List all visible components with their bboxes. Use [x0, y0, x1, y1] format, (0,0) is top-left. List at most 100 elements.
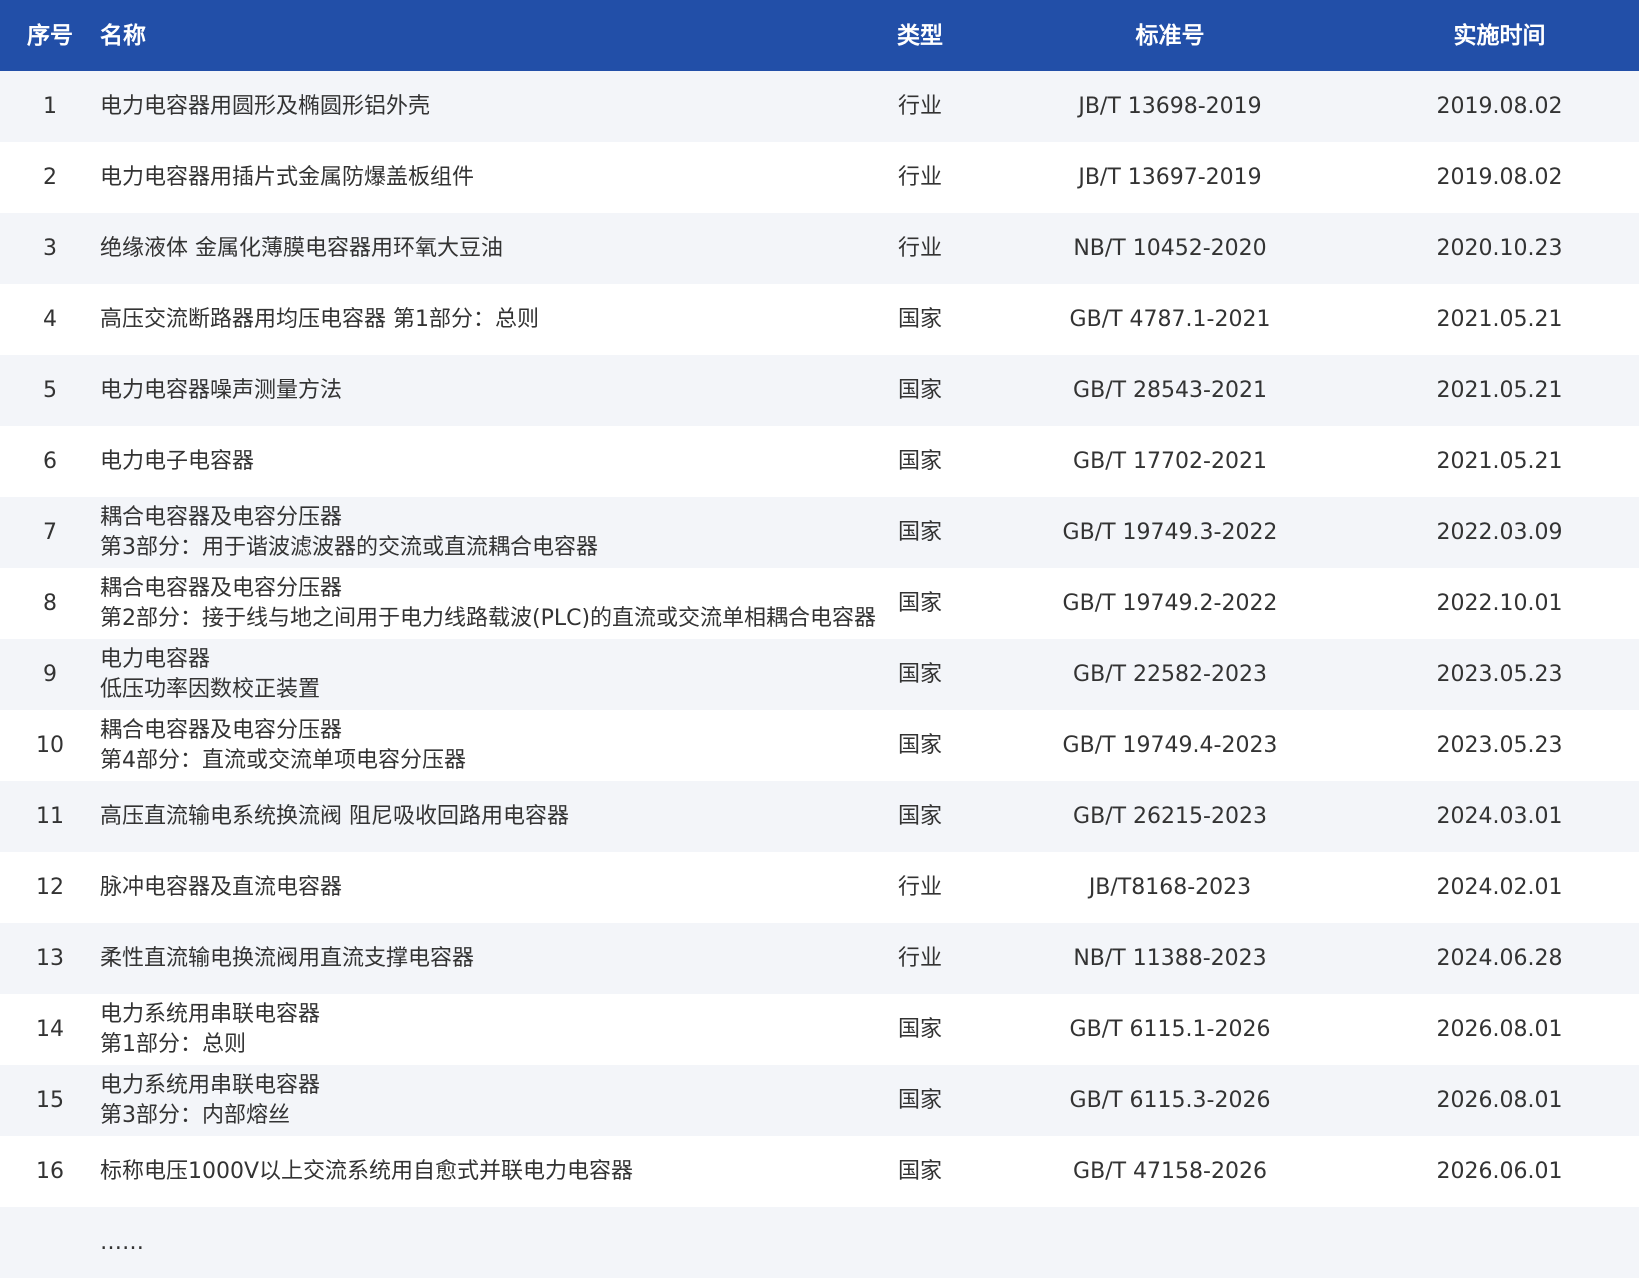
row-date: 2024.06.28: [1436, 945, 1563, 971]
row-type: 国家: [897, 377, 942, 403]
row-name: 脉冲电容器及直流电容器: [100, 873, 860, 903]
row-no: 7: [43, 519, 57, 545]
row-name-line: 耦合电容器及电容分压器: [100, 504, 343, 530]
row-standard: GB/T 47158-2026: [1073, 1158, 1267, 1184]
table-row: 12 脉冲电容器及直流电容器 行业 JB/T8168-2023 2024.02.01: [0, 852, 1639, 923]
row-name-line: 电力系统用串联电容器: [100, 1072, 321, 1098]
row-standard: GB/T 22582-2023: [1073, 661, 1267, 687]
row-name-line: 第2部分：接于线与地之间用于电力线路载波(PLC)的直流或交流单相耦合电容器: [100, 605, 877, 631]
table-body: 1 电力电容器用圆形及椭圆形铝外壳 行业 JB/T 13698-2019 2019.08…: [0, 71, 1639, 1207]
row-name-line: 电力电容器: [100, 646, 211, 672]
row-name: 耦合电容器及电容分压器第4部分：直流或交流单项电容分压器: [100, 716, 860, 776]
row-name: 高压直流输电系统换流阀 阻尼吸收回路用电容器: [100, 802, 860, 832]
header-standard: 标准号: [1135, 22, 1205, 49]
table-row: 15 电力系统用串联电容器 第3部分：内部熔丝 国家 GB/T 6115.3-2026 2…: [0, 1065, 1639, 1136]
table-row: 13 柔性直流输电换流阀用直流支撑电容器 行业 NB/T 11388-2023 2024…: [0, 923, 1639, 994]
row-date: 2023.05.23: [1436, 732, 1563, 758]
row-name-line: 耦合电容器及电容分压器: [100, 717, 343, 743]
row-no: 16: [36, 1158, 64, 1184]
row-standard: GB/T 6115.3-2026: [1069, 1087, 1271, 1113]
table-row-ellipsis: ……: [0, 1207, 1639, 1278]
row-name-line: 电力电容器用插片式金属防爆盖板组件: [100, 164, 475, 190]
row-name: 电力系统用串联电容器 第1部分：总则: [100, 1000, 860, 1060]
table-row: 2 电力电容器用插片式金属防爆盖板组件 行业 JB/T 13697-2019 2019.…: [0, 142, 1639, 213]
row-no: 15: [36, 1087, 64, 1113]
row-name: 耦合电容器及电容分压器第2部分：接于线与地之间用于电力线路载波(PLC)的直流或…: [100, 574, 877, 634]
table-row: 6 电力电子电容器 国家 GB/T 17702-2021 2021.05.21: [0, 426, 1639, 497]
row-standard: GB/T 19749.4-2023: [1062, 732, 1278, 758]
row-name: 电力电容器噪声测量方法: [100, 376, 860, 406]
row-name: 电力电子电容器: [100, 447, 860, 477]
row-type: 国家: [897, 732, 942, 758]
row-standard: GB/T 6115.1-2026: [1069, 1016, 1271, 1042]
header-type: 类型: [897, 22, 943, 49]
row-date: 2022.10.01: [1436, 590, 1563, 616]
row-standard: GB/T 19749.3-2022: [1062, 519, 1278, 545]
row-no: 1: [43, 93, 57, 119]
row-date: 2019.08.02: [1436, 93, 1563, 119]
table-row: 9 电力电容器 低压功率因数校正装置 国家 GB/T 22582-2023 2023.05…: [0, 639, 1639, 710]
row-name-line: 第1部分：总则: [100, 1031, 246, 1057]
row-no: 4: [43, 306, 57, 332]
row-name-line: 柔性直流输电换流阀用直流支撑电容器: [100, 945, 475, 971]
header-no: 序号: [27, 22, 73, 49]
table-row: 1 电力电容器用圆形及椭圆形铝外壳 行业 JB/T 13698-2019 2019.08…: [0, 71, 1639, 142]
row-date: 2021.05.21: [1436, 377, 1563, 403]
row-standard: GB/T 26215-2023: [1073, 803, 1267, 829]
row-type: 国家: [897, 803, 942, 829]
row-no: 2: [43, 164, 57, 190]
table-row: 5 电力电容器噪声测量方法 国家 GB/T 28543-2021 2021.05.21: [0, 355, 1639, 426]
row-date: 2026.08.01: [1436, 1016, 1563, 1042]
row-name-line: 脉冲电容器及直流电容器: [100, 874, 343, 900]
row-type: 国家: [897, 590, 942, 616]
row-name: 电力电容器用插片式金属防爆盖板组件: [100, 163, 860, 193]
row-no: 10: [36, 732, 64, 758]
row-standard: GB/T 4787.1-2021: [1069, 306, 1271, 332]
row-type: 国家: [897, 1016, 942, 1042]
row-name-line: 电力系统用串联电容器: [100, 1001, 321, 1027]
row-date: 2024.03.01: [1436, 803, 1563, 829]
row-type: 行业: [897, 235, 942, 261]
table-row: 16 标称电压1000V以上交流系统用自愈式并联电力电容器 国家 GB/T 47158…: [0, 1136, 1639, 1207]
row-no: 14: [36, 1016, 64, 1042]
row-standard: GB/T 17702-2021: [1073, 448, 1267, 474]
table-row: 14 电力系统用串联电容器 第1部分：总则 国家 GB/T 6115.1-2026 202…: [0, 994, 1639, 1065]
row-standard: NB/T 10452-2020: [1073, 235, 1267, 261]
row-type: 行业: [897, 164, 942, 190]
row-type: 国家: [897, 1158, 942, 1184]
row-name-line: 耦合电容器及电容分压器: [100, 575, 343, 601]
row-name: 电力电容器 低压功率因数校正装置: [100, 645, 860, 705]
ellipsis-text: ……: [100, 1229, 144, 1255]
row-standard: JB/T 13697-2019: [1078, 164, 1262, 190]
row-name-line: 绝缘液体 金属化薄膜电容器用环氧大豆油: [100, 235, 503, 261]
row-name-line: 高压交流断路器用均压电容器 第1部分：总则: [100, 306, 539, 332]
row-no: 12: [36, 874, 64, 900]
row-type: 行业: [897, 874, 942, 900]
row-name-line: 第3部分：用于谐波滤波器的交流或直流耦合电容器: [100, 534, 598, 560]
row-no: 5: [43, 377, 57, 403]
row-standard: JB/T 13698-2019: [1078, 93, 1262, 119]
row-name-line: 第3部分：内部熔丝: [100, 1102, 290, 1128]
standards-table: 序号 名称 类型 标准号 实施时间 1 电力电容器用圆形及椭圆形铝外壳 行业 JB/T…: [0, 0, 1639, 1278]
row-date: 2026.08.01: [1436, 1087, 1563, 1113]
table-row: 7 耦合电容器及电容分压器 第3部分：用于谐波滤波器的交流或直流耦合电容器 国家 GB/…: [0, 497, 1639, 568]
row-date: 2022.03.09: [1436, 519, 1563, 545]
row-no: 13: [36, 945, 64, 971]
row-name: 电力电容器用圆形及椭圆形铝外壳: [100, 92, 860, 122]
row-name-line: 电力电容器噪声测量方法: [100, 377, 343, 403]
table-row: 11 高压直流输电系统换流阀 阻尼吸收回路用电容器 国家 GB/T 26215-202…: [0, 781, 1639, 852]
row-name-line: 第4部分：直流或交流单项电容分压器: [100, 747, 466, 773]
row-standard: GB/T 28543-2021: [1073, 377, 1267, 403]
row-date: 2021.05.21: [1436, 306, 1563, 332]
row-date: 2023.05.23: [1436, 661, 1563, 687]
row-no: 6: [43, 448, 57, 474]
row-type: 国家: [897, 306, 942, 332]
row-no: 3: [43, 235, 57, 261]
row-no: 9: [43, 661, 57, 687]
table-row: 10 耦合电容器及电容分压器第4部分：直流或交流单项电容分压器 国家 GB/T 197…: [0, 710, 1639, 781]
row-standard: GB/T 19749.2-2022: [1062, 590, 1278, 616]
row-type: 行业: [897, 93, 942, 119]
header-name: 名称: [100, 22, 146, 49]
table-row: 4 高压交流断路器用均压电容器 第1部分：总则 国家 GB/T 4787.1-2021…: [0, 284, 1639, 355]
row-name: 标称电压1000V以上交流系统用自愈式并联电力电容器: [100, 1157, 860, 1187]
